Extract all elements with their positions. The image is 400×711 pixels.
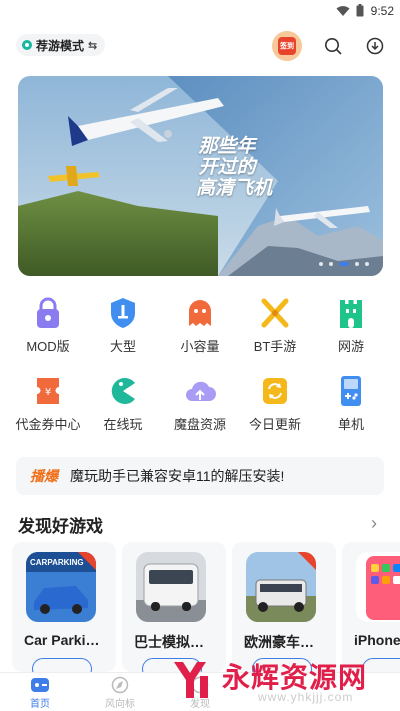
download-button[interactable]: [364, 35, 386, 57]
category-label: 代金券中心: [15, 417, 81, 432]
game-card[interactable]: iPhone: [342, 542, 400, 672]
download-button[interactable]: [32, 658, 92, 672]
car-parking-artwork: CARPARKING: [26, 552, 96, 622]
swap-icon: ⇆: [88, 39, 98, 52]
status-bar: 9:52: [0, 0, 400, 24]
app-header: 荐游模式 ⇆ 签到: [0, 28, 400, 64]
compass-icon: [111, 676, 129, 694]
game-card[interactable]: CARPARKING Car Parki…: [12, 542, 116, 672]
category-label: BT手游: [253, 339, 297, 354]
banner-title-line: 开过的: [198, 157, 256, 178]
bus-simulator-artwork: [136, 552, 206, 622]
game-name: iPhone: [354, 632, 400, 648]
svg-text:CARPARKING: CARPARKING: [30, 558, 84, 567]
carousel-dot[interactable]: [355, 262, 359, 266]
ghost-icon: [189, 300, 211, 326]
announcement-tag: 播爆: [30, 468, 58, 484]
category-standalone[interactable]: 单机: [313, 374, 389, 433]
search-icon: [325, 38, 342, 55]
category-small[interactable]: 小容量: [162, 296, 238, 355]
euro-car-artwork: [246, 552, 316, 622]
category-label: 网游: [337, 339, 364, 354]
mode-switch-button[interactable]: 荐游模式 ⇆: [16, 34, 106, 56]
category-bt[interactable]: BT手游: [237, 296, 313, 355]
banner-title: 那些年 开过的 高清飞机: [196, 136, 272, 199]
category-label: 小容量: [180, 339, 220, 354]
checkin-button[interactable]: 签到: [272, 31, 302, 61]
carousel-dot[interactable]: [329, 262, 333, 266]
coupon-icon: ¥: [37, 378, 59, 404]
category-large[interactable]: 大型: [85, 296, 161, 355]
iphone-artwork: [356, 552, 400, 622]
announcement-bar[interactable]: 播爆 魔玩助手已兼容安卓11的解压安装!: [16, 457, 384, 495]
svg-text:¥: ¥: [45, 387, 51, 398]
watermark-url: www.yhkjjj.com: [258, 690, 354, 704]
checkin-badge: 签到: [278, 37, 296, 55]
category-label: 大型: [109, 339, 136, 354]
carousel-indicator: [319, 262, 369, 266]
category-label: MOD版: [26, 339, 70, 354]
section-title: 发现好游戏: [18, 517, 103, 536]
game-name: 巴士模拟…: [134, 634, 204, 650]
category-online[interactable]: 网游: [313, 296, 389, 355]
game-card[interactable]: 巴士模拟…: [122, 542, 226, 672]
category-play-online[interactable]: 在线玩: [85, 374, 161, 433]
status-time: 9:52: [370, 4, 394, 18]
game-card[interactable]: 欧洲豪车…: [232, 542, 336, 672]
mode-label: 荐游模式: [36, 38, 85, 53]
banner-title-line: 那些年: [198, 136, 256, 157]
game-thumbnail: [356, 552, 400, 622]
wifi-icon: [336, 5, 350, 16]
carousel-dot[interactable]: [365, 262, 369, 266]
tab-home[interactable]: 首页: [10, 676, 70, 710]
carousel-dot-active[interactable]: [339, 262, 349, 266]
game-thumbnail: [136, 552, 206, 622]
refresh-icon: [263, 378, 287, 404]
watermark-logo: [174, 662, 208, 698]
announcement-text: 魔玩助手已兼容安卓11的解压安装!: [70, 468, 285, 484]
category-coupon[interactable]: ¥ 代金券中心: [10, 374, 86, 433]
download-icon: [366, 37, 384, 55]
mode-icon: [22, 40, 32, 50]
pacman-icon: [111, 378, 135, 404]
tab-label: 首页: [30, 699, 50, 710]
category-label: 在线玩: [103, 417, 143, 432]
tab-label: 风向标: [105, 699, 135, 710]
section-more-chevron-icon[interactable]: ›: [371, 513, 377, 534]
home-gamepad-icon: [31, 678, 49, 692]
promo-banner[interactable]: 那些年 开过的 高清飞机: [18, 76, 383, 276]
game-thumbnail: [246, 552, 316, 622]
game-card-list: CARPARKING Car Parki… 巴士模拟… 欧洲豪车… iPhone: [12, 542, 400, 672]
tab-trend[interactable]: 风向标: [90, 676, 150, 710]
category-label: 魔盘资源: [173, 417, 226, 432]
carousel-dot[interactable]: [319, 262, 323, 266]
battery-icon: [356, 4, 364, 17]
crossed-swords-icon: [261, 298, 289, 328]
category-modisk[interactable]: 魔盘资源: [162, 374, 238, 433]
banner-title-line: 高清飞机: [196, 178, 273, 199]
search-button[interactable]: [322, 35, 344, 57]
cloud-upload-icon: [186, 381, 216, 401]
mod-lock-icon: [37, 297, 59, 328]
game-name: Car Parki…: [24, 632, 100, 648]
watermark: 永辉资源网 www.yhkjjj.com: [168, 656, 400, 711]
sword-shield-icon: [111, 298, 135, 328]
game-name: 欧洲豪车…: [244, 634, 314, 650]
category-label: 单机: [337, 417, 364, 432]
game-thumbnail: CARPARKING: [26, 552, 96, 622]
category-today-update[interactable]: 今日更新: [237, 374, 313, 433]
gameboy-icon: [341, 376, 361, 406]
category-label: 今日更新: [248, 417, 301, 432]
castle-icon: [340, 300, 362, 328]
category-mod[interactable]: MOD版: [10, 296, 86, 355]
